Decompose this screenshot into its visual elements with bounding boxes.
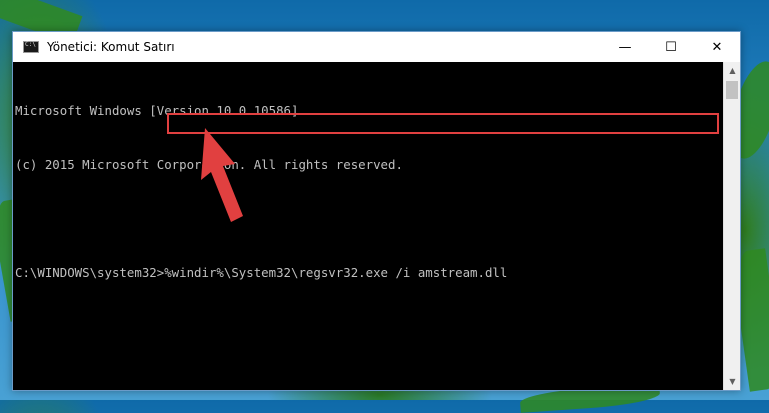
vertical-scrollbar[interactable]: ▲ ▼ — [723, 62, 740, 390]
command-prompt-window[interactable]: Yönetici: Komut Satırı — ☐ ✕ Microsoft W… — [12, 31, 741, 391]
close-button[interactable]: ✕ — [694, 32, 740, 62]
scroll-down-arrow-icon[interactable]: ▼ — [724, 373, 741, 390]
console-line: (c) 2015 Microsoft Corporotion. All righ… — [15, 157, 403, 172]
console-command-line: C:\WINDOWS\system32>%windir%\System32\re… — [15, 265, 508, 280]
title-bar[interactable]: Yönetici: Komut Satırı — ☐ ✕ — [13, 32, 740, 62]
scroll-up-arrow-icon[interactable]: ▲ — [724, 62, 741, 79]
cmd-icon — [23, 41, 39, 53]
red-pointer-arrow-icon — [195, 128, 255, 232]
maximize-button[interactable]: ☐ — [648, 32, 694, 62]
minimize-button[interactable]: — — [602, 32, 648, 62]
scrollbar-thumb[interactable] — [726, 81, 738, 99]
window-title: Yönetici: Komut Satırı — [47, 40, 175, 54]
console-output[interactable]: Microsoft Windows [Version 10.0.10586] (… — [13, 62, 723, 390]
